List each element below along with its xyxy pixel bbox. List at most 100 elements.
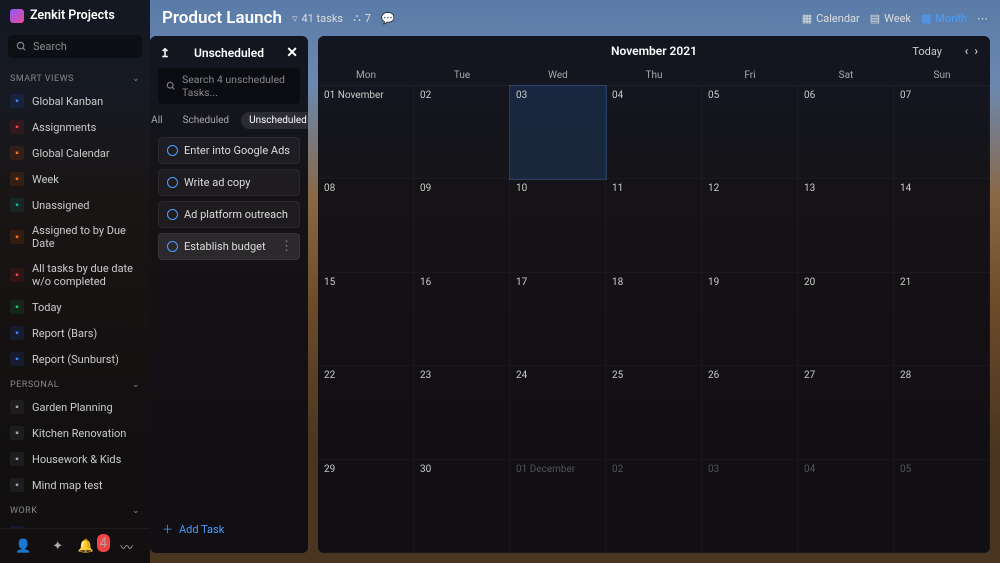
calendar-cell[interactable]: 15 — [318, 273, 414, 366]
calendar-cell[interactable]: 07 — [894, 86, 990, 179]
calendar-cell[interactable]: 04 — [798, 460, 894, 553]
chevron-down-icon: ⌄ — [132, 74, 140, 84]
list-icon: ▪ — [10, 230, 24, 244]
task-item[interactable]: Establish budget⋮ — [158, 233, 300, 260]
sidebar-item[interactable]: ▪Global Kanban — [0, 88, 150, 114]
task-checkbox[interactable] — [167, 145, 178, 156]
view-month[interactable]: ▦ Month — [921, 12, 967, 25]
task-item[interactable]: Write ad copy — [158, 169, 300, 196]
list-icon: ▪ — [10, 426, 24, 440]
task-checkbox[interactable] — [167, 177, 178, 188]
calendar-cell[interactable]: 01 December — [510, 460, 606, 553]
view-calendar[interactable]: ▦ Calendar — [802, 12, 860, 25]
section-personal[interactable]: PERSONAL ⌄ — [0, 372, 150, 394]
sidebar-item[interactable]: ▪Housework & Kids — [0, 446, 150, 472]
view-switcher: ▦ Calendar ▤ Week ▦ Month ⋯ — [802, 12, 988, 25]
notifications-icon[interactable]: 🔔4 — [83, 537, 101, 555]
add-task-button[interactable]: ＋ Add Task — [158, 513, 300, 545]
filter-tasks[interactable]: ▿ 41 tasks — [292, 12, 343, 25]
calendar-cell[interactable]: 05 — [702, 86, 798, 179]
sidebar-item-label: Garden Planning — [32, 401, 113, 414]
list-icon: ▪ — [10, 198, 24, 212]
sidebar-item[interactable]: ▪Week — [0, 166, 150, 192]
people-count[interactable]: ⛬ 7 — [353, 11, 371, 25]
user-avatar-icon[interactable]: 👤 — [14, 537, 32, 555]
today-button[interactable]: Today — [912, 45, 942, 58]
calendar-cell[interactable]: 27 — [798, 366, 894, 459]
sidebar-item[interactable]: ▪Garden Planning — [0, 394, 150, 420]
calendar-cell[interactable]: 12 — [702, 179, 798, 272]
calendar-cell[interactable]: 08 — [318, 179, 414, 272]
calendar-cell[interactable]: 20 — [798, 273, 894, 366]
calendar-cell[interactable]: 16 — [414, 273, 510, 366]
calendar-panel: November 2021 Today ‹ › MonTueWedThuFriS… — [318, 36, 990, 553]
sidebar-item[interactable]: ▪Report (Sunburst) — [0, 346, 150, 372]
sidebar-item-label: Mind map test — [32, 479, 103, 492]
calendar-cell[interactable]: 28 — [894, 366, 990, 459]
calendar-cell[interactable]: 17 — [510, 273, 606, 366]
filter-scheduled[interactable]: Scheduled — [175, 112, 238, 129]
task-item[interactable]: Ad platform outreach — [158, 201, 300, 228]
sidebar-item[interactable]: ▪Mind map test — [0, 472, 150, 498]
calendar-cell[interactable]: 23 — [414, 366, 510, 459]
apps-icon[interactable]: ✦ — [49, 537, 67, 555]
sidebar-item[interactable]: ▪All tasks by due date w/o completed — [0, 256, 150, 294]
section-smart-views[interactable]: SMART VIEWS ⌄ — [0, 66, 150, 88]
chat-icon[interactable]: 💬 — [381, 12, 395, 25]
sidebar-item[interactable]: ▪Today — [0, 294, 150, 320]
calendar-cell[interactable]: 25 — [606, 366, 702, 459]
calendar-cell[interactable]: 06 — [798, 86, 894, 179]
calendar-cell[interactable]: 24 — [510, 366, 606, 459]
next-month-icon[interactable]: › — [974, 44, 978, 58]
chevron-down-icon: ⌄ — [132, 506, 140, 516]
calendar-cell[interactable]: 01 November — [318, 86, 414, 179]
unscheduled-search[interactable]: Search 4 unscheduled Tasks... — [158, 68, 300, 104]
sidebar-item[interactable]: ▪Assignments — [0, 114, 150, 140]
calendar-cell[interactable]: 04 — [606, 86, 702, 179]
sidebar-item[interactable]: ▪Product Launch — [0, 520, 150, 528]
more-icon[interactable]: ⋯ — [977, 12, 988, 25]
collapse-icon[interactable]: ↥ — [160, 46, 170, 60]
task-list: Enter into Google Ads Write ad copy Ad pla… — [158, 137, 300, 265]
sidebar-search[interactable]: Search — [8, 35, 142, 58]
search-icon — [166, 81, 176, 91]
calendar-cell[interactable]: 02 — [414, 86, 510, 179]
calendar-cell[interactable]: 22 — [318, 366, 414, 459]
calendar-cell[interactable]: 18 — [606, 273, 702, 366]
calendar-cell[interactable]: 30 — [414, 460, 510, 553]
calendar-cell[interactable]: 19 — [702, 273, 798, 366]
sidebar-item[interactable]: ▪Unassigned — [0, 192, 150, 218]
calendar-day-headers: MonTueWedThuFriSatSun — [318, 66, 990, 86]
prev-month-icon[interactable]: ‹ — [965, 44, 969, 58]
calendar-cell[interactable]: 02 — [606, 460, 702, 553]
section-work[interactable]: WORK ⌄ — [0, 498, 150, 520]
calendar-cell[interactable]: 29 — [318, 460, 414, 553]
filter-unscheduled[interactable]: Unscheduled — [241, 112, 308, 129]
task-menu-icon[interactable]: ⋮ — [280, 240, 293, 253]
task-item[interactable]: Enter into Google Ads — [158, 137, 300, 164]
day-header: Sat — [798, 66, 894, 85]
sidebar-item-label: Report (Bars) — [32, 327, 97, 340]
calendar-cell[interactable]: 13 — [798, 179, 894, 272]
activity-icon[interactable]: 〰 — [118, 537, 136, 555]
sidebar-item[interactable]: ▪Global Calendar — [0, 140, 150, 166]
calendar-cell[interactable]: 05 — [894, 460, 990, 553]
list-icon: ▪ — [10, 120, 24, 134]
sidebar-item[interactable]: ▪Report (Bars) — [0, 320, 150, 346]
sidebar-item[interactable]: ▪Kitchen Renovation — [0, 420, 150, 446]
close-icon[interactable]: ✕ — [286, 45, 298, 61]
task-checkbox[interactable] — [167, 209, 178, 220]
task-checkbox[interactable] — [167, 241, 178, 252]
calendar-cell[interactable]: 26 — [702, 366, 798, 459]
calendar-month-label: November 2021 — [611, 44, 697, 58]
calendar-cell[interactable]: 10 — [510, 179, 606, 272]
calendar-cell[interactable]: 03 — [702, 460, 798, 553]
view-week[interactable]: ▤ Week — [870, 12, 911, 25]
calendar-cell[interactable]: 14 — [894, 179, 990, 272]
calendar-cell[interactable]: 11 — [606, 179, 702, 272]
sidebar-item[interactable]: ▪Assigned to by Due Date — [0, 218, 150, 256]
calendar-cell[interactable]: 03 — [510, 86, 606, 179]
calendar-cell[interactable]: 09 — [414, 179, 510, 272]
calendar-cell[interactable]: 21 — [894, 273, 990, 366]
filter-all[interactable]: All — [150, 112, 171, 129]
